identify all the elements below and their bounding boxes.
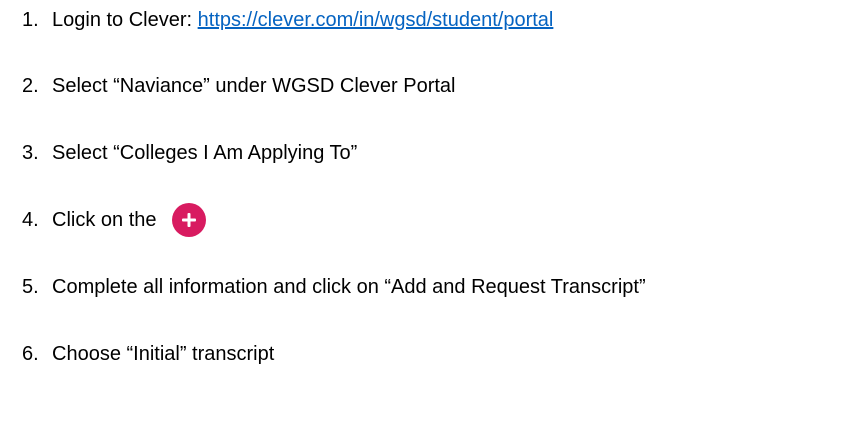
step-text: Login to Clever:: [52, 9, 198, 31]
step-text: Select “Colleges I Am Applying To”: [52, 142, 358, 164]
step-number: 6.: [22, 343, 39, 365]
step-number: 2.: [22, 75, 39, 97]
step-number: 5.: [22, 276, 39, 298]
step-text: Complete all information and click on “A…: [52, 276, 646, 298]
instructions-document: 1. Login to Clever: https://clever.com/i…: [0, 0, 864, 421]
step-number: 4.: [22, 209, 39, 231]
step-1: 1. Login to Clever: https://clever.com/i…: [22, 5, 553, 35]
step-5: 5. Complete all information and click on…: [22, 272, 646, 302]
step-text: Click on the: [52, 209, 157, 231]
step-text: Choose “Initial” transcript: [52, 343, 275, 365]
step-3: 3. Select “Colleges I Am Applying To”: [22, 138, 357, 168]
clever-portal-link[interactable]: https://clever.com/in/wgsd/student/porta…: [198, 5, 554, 35]
step-number: 1.: [22, 9, 39, 31]
add-college-button[interactable]: [171, 203, 206, 237]
step-4: 4. Click on the: [22, 203, 206, 237]
step-2: 2. Select “Naviance” under WGSD Clever P…: [22, 71, 455, 101]
step-number: 3.: [22, 142, 39, 164]
step-6: 6. Choose “Initial” transcript: [22, 339, 274, 369]
step-text: Select “Naviance” under WGSD Clever Port…: [52, 75, 456, 97]
plus-icon: [181, 213, 196, 227]
